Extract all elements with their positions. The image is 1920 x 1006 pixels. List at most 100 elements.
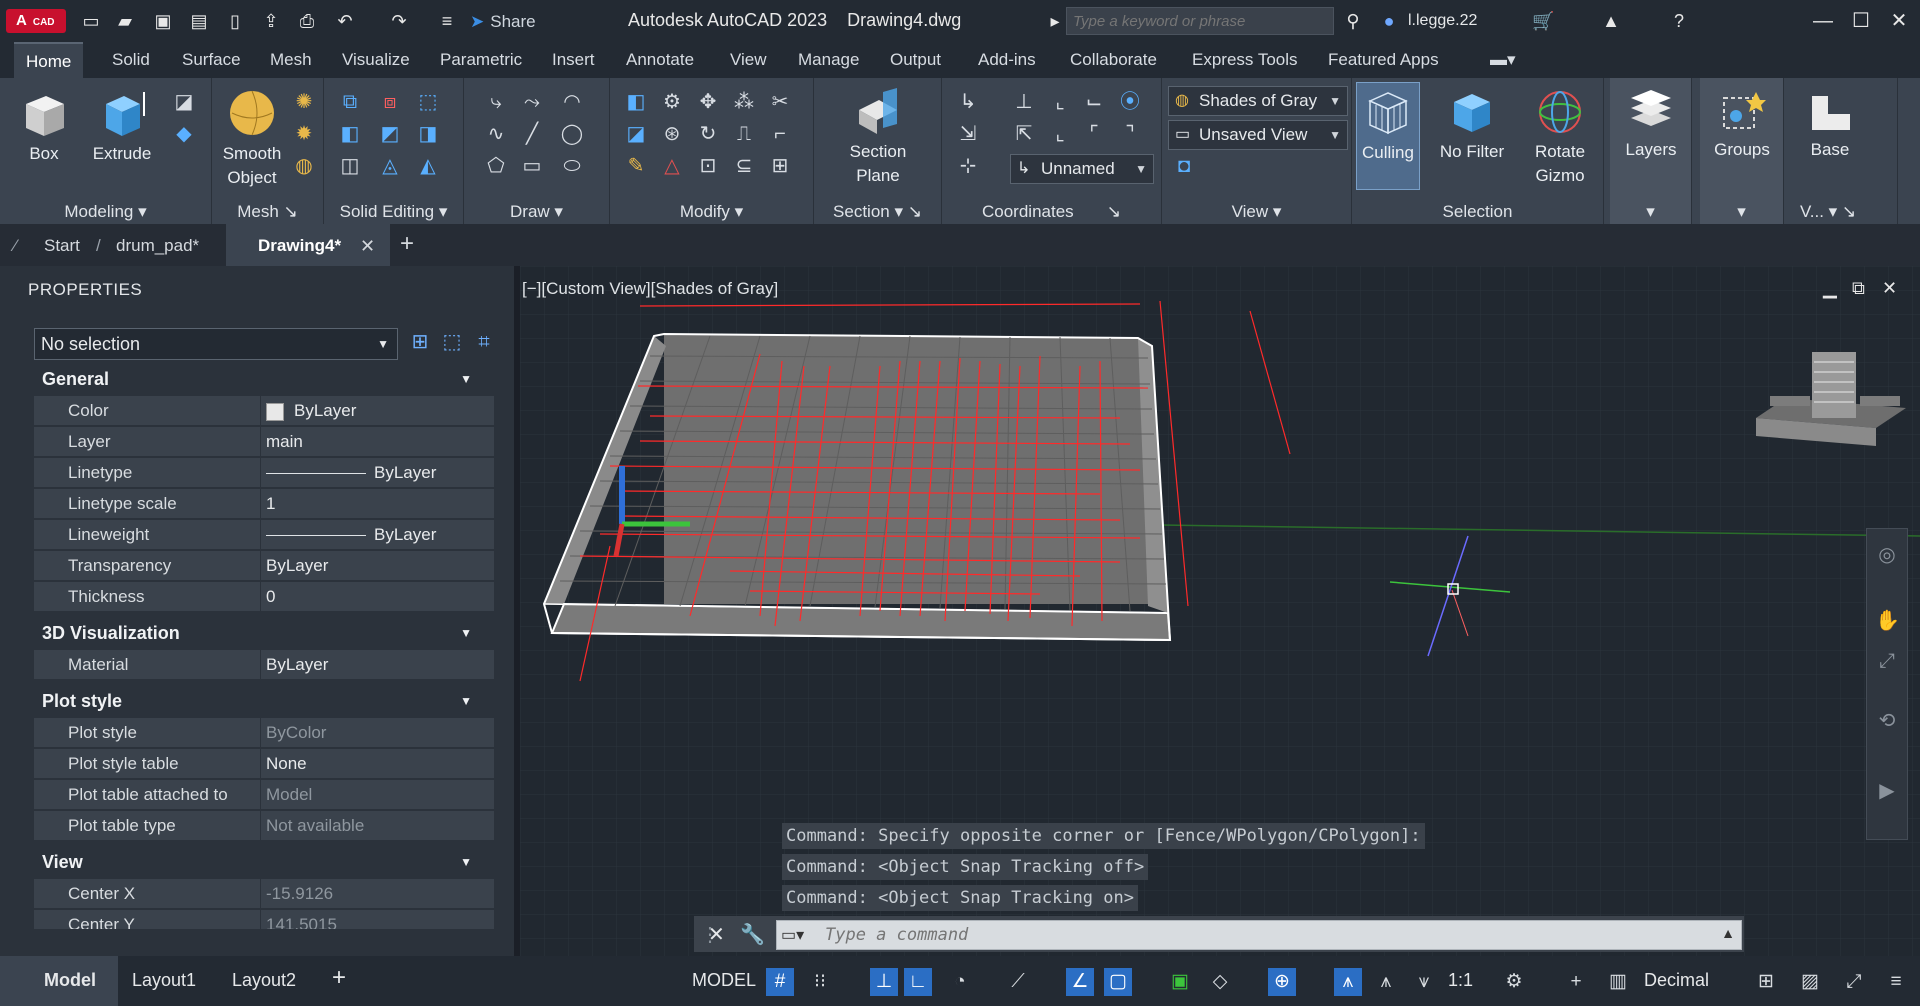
union-icon[interactable]: ⧉ xyxy=(338,90,362,114)
viewport-controls-label[interactable]: [−][Custom View][Shades of Gray] xyxy=(522,279,778,299)
shell-icon[interactable]: ◭ xyxy=(416,154,440,178)
ucs-z-icon[interactable]: ⌜ xyxy=(1082,122,1106,146)
prop-row-layer[interactable]: Layer main xyxy=(34,427,494,457)
circle-icon[interactable]: ◯ xyxy=(560,122,584,146)
tab-collaborate[interactable]: Collaborate xyxy=(1070,50,1157,70)
ucs-dynamic-icon[interactable]: ⊕ xyxy=(1268,968,1296,996)
base-view-button[interactable]: Base xyxy=(1792,88,1868,162)
section-plane-button[interactable]: Section Plane xyxy=(828,88,928,188)
panel-title-modeling[interactable]: Modeling ▾ xyxy=(0,202,211,222)
object-snap-tracking-icon[interactable]: ∠ xyxy=(1066,968,1094,996)
showmotion-icon[interactable]: ▶ xyxy=(1875,779,1899,803)
prop-row-plot-style[interactable]: Plot style ByColor xyxy=(34,718,494,748)
rectangle-icon[interactable]: ▭ xyxy=(520,154,544,178)
panel-title-section[interactable]: Section ▾ ↘ xyxy=(814,202,941,222)
smooth-more-icon[interactable]: ✺ xyxy=(292,90,316,114)
presspull-icon[interactable]: ◪ xyxy=(172,90,196,114)
ucs-world-icon[interactable]: ⊥ xyxy=(1012,90,1036,114)
tab-drawing4-active[interactable]: Drawing4* ✕ xyxy=(226,224,390,266)
thicken-icon[interactable]: ◨ xyxy=(416,122,440,146)
cart-icon[interactable]: 🛒 xyxy=(1532,11,1554,31)
prop-row-plot-table-type[interactable]: Plot table type Not available xyxy=(34,811,494,841)
command-history-toggle-icon[interactable]: ▲ xyxy=(1721,925,1735,941)
open-web-icon[interactable]: ▯ xyxy=(224,11,246,31)
save-icon[interactable]: ▣ xyxy=(152,11,174,31)
tab-layout1[interactable]: Layout1 xyxy=(132,970,196,991)
culling-button[interactable]: Culling xyxy=(1356,82,1420,190)
refine-mesh-icon[interactable]: ◍ xyxy=(292,154,316,178)
polar-tracking-icon[interactable]: ◔ xyxy=(946,968,974,996)
close-tab-icon[interactable]: ✕ xyxy=(360,236,375,257)
tab-visualize[interactable]: Visualize xyxy=(342,50,410,70)
isometric-icon[interactable]: ⟋ xyxy=(1004,968,1032,996)
viewport-restore-icon[interactable]: ⧉ xyxy=(1852,278,1865,299)
ucs-y-icon[interactable]: ⌞ xyxy=(1048,122,1072,146)
smooth-less-icon[interactable]: ✹ xyxy=(292,122,316,146)
rotate-3d-icon[interactable]: ⊛ xyxy=(660,122,684,146)
tab-manage[interactable]: Manage xyxy=(798,50,859,70)
3d-polyline-icon[interactable]: ⤳ xyxy=(520,90,544,114)
prop-row-linetype-scale[interactable]: Linetype scale 1 xyxy=(34,489,494,519)
section-view[interactable]: View ▼ xyxy=(34,847,494,877)
annotation-visibility-icon[interactable]: ⩚ xyxy=(1334,968,1362,996)
prop-row-center-x[interactable]: Center X -15.9126 xyxy=(34,879,494,909)
infer-constraints-icon[interactable]: ⊥ xyxy=(870,968,898,996)
tab-express-tools[interactable]: Express Tools xyxy=(1192,50,1298,70)
scale-icon[interactable]: △ xyxy=(660,154,684,178)
panel-title-view-drafting[interactable]: V... ▾ ↘ xyxy=(1790,202,1897,222)
array-icon[interactable]: ⊞ xyxy=(768,154,792,178)
tab-solid[interactable]: Solid xyxy=(112,50,150,70)
tab-start[interactable]: Start xyxy=(44,236,80,256)
ucs-icon[interactable]: ↳ xyxy=(956,90,980,114)
interfere-icon[interactable]: ◧ xyxy=(338,122,362,146)
drawing-viewport[interactable] xyxy=(520,266,1920,956)
fillet-icon[interactable]: ⌐ xyxy=(768,122,792,146)
prop-row-transparency[interactable]: Transparency ByLayer xyxy=(34,551,494,581)
trim-icon[interactable]: ✂ xyxy=(768,90,792,114)
prop-row-linetype[interactable]: Linetype ByLayer xyxy=(34,458,494,488)
erase-icon[interactable]: ✎ xyxy=(624,154,648,178)
mirror-3d-icon[interactable]: ◧ xyxy=(624,90,648,114)
quick-select-icon[interactable]: ⌗ xyxy=(470,328,498,356)
arc-icon[interactable]: ◠ xyxy=(560,90,584,114)
maximize-button[interactable]: ☐ xyxy=(1846,6,1876,36)
viewport-minimize-icon[interactable]: ▁ xyxy=(1823,278,1837,299)
panel-title-mesh[interactable]: Mesh ↘ xyxy=(212,202,323,222)
move-icon[interactable]: ✥ xyxy=(696,90,720,114)
model-space-canvas[interactable] xyxy=(520,266,1920,956)
groups-button[interactable]: Groups xyxy=(1702,88,1782,162)
tab-drum-pad[interactable]: drum_pad* xyxy=(116,236,199,256)
workspace-settings-icon[interactable]: ⚙ xyxy=(1500,968,1528,996)
panel-title-coordinates[interactable]: Coordinates ↘ xyxy=(942,202,1161,222)
help-search-box[interactable] xyxy=(1066,7,1334,35)
annotation-monitor-icon[interactable]: + xyxy=(1562,968,1590,996)
tab-surface[interactable]: Surface xyxy=(182,50,241,70)
clean-screen-icon[interactable]: ⤢ xyxy=(1840,968,1868,996)
offset-icon[interactable]: ⊆ xyxy=(732,154,756,178)
prop-row-thickness[interactable]: Thickness 0 xyxy=(34,582,494,612)
intersect-icon[interactable]: ⬚ xyxy=(416,90,440,114)
tab-insert[interactable]: Insert xyxy=(552,50,595,70)
slice-icon[interactable]: ◩ xyxy=(378,122,402,146)
prop-row-color[interactable]: Color ByLayer xyxy=(34,396,494,426)
select-objects-icon[interactable]: ⬚ xyxy=(438,328,466,356)
toggle-pickadd-icon[interactable]: ⊞ xyxy=(406,328,434,356)
section-plot-style[interactable]: Plot style ▼ xyxy=(34,686,494,716)
3d-array-icon[interactable]: ⚙ xyxy=(660,90,684,114)
layers-expand[interactable]: ▾ xyxy=(1610,202,1691,222)
tab-parametric[interactable]: Parametric xyxy=(440,50,522,70)
zoom-extents-icon[interactable]: ⤢ xyxy=(1875,649,1899,673)
prop-row-plot-table-attached[interactable]: Plot table attached to Model xyxy=(34,780,494,810)
undo-icon[interactable]: ↶ xyxy=(334,11,356,31)
section-general[interactable]: General ▼ xyxy=(34,364,494,394)
transparency-icon[interactable]: ▣ xyxy=(1166,968,1194,996)
tab-model[interactable]: Model xyxy=(44,970,96,991)
auto-scale-icon[interactable]: ⩚ xyxy=(1372,968,1400,996)
redo-icon[interactable]: ↷ xyxy=(388,11,410,31)
align-icon[interactable]: ◪ xyxy=(624,122,648,146)
polygon-icon[interactable]: ⬠ xyxy=(484,154,508,178)
orbit-icon[interactable]: ⟲ xyxy=(1875,709,1899,733)
snap-mode-icon[interactable]: ⁝⁝ xyxy=(806,968,834,996)
new-layout-button[interactable]: + xyxy=(332,964,346,992)
new-tab-button[interactable]: + xyxy=(400,230,414,258)
